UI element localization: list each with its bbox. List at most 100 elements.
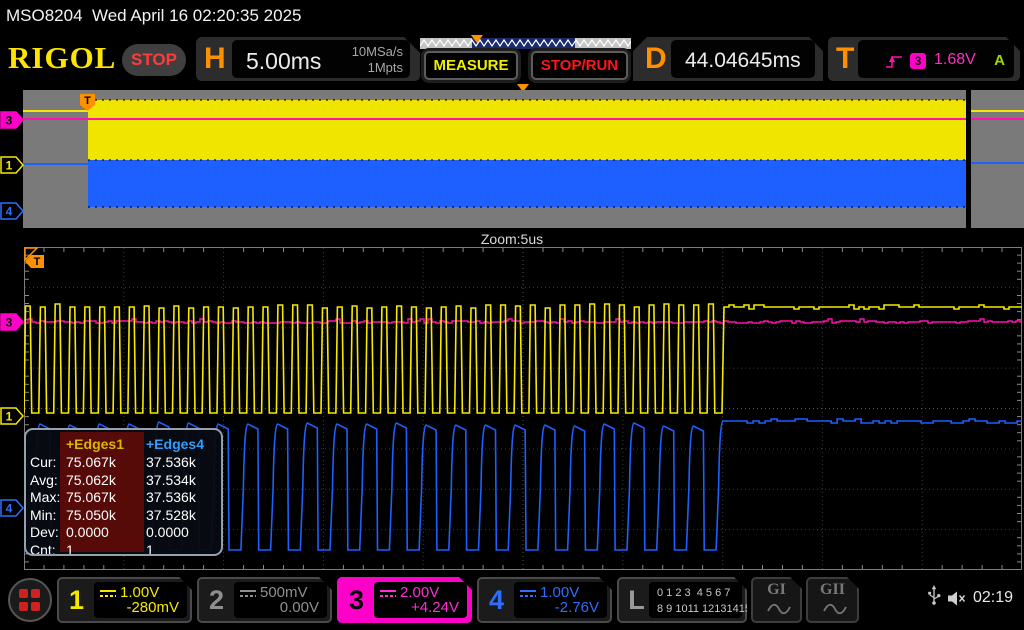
svg-text:1: 1 — [6, 159, 13, 173]
horizontal-label: H — [204, 41, 226, 77]
channel-1-tag-main[interactable]: 1 — [0, 407, 24, 425]
measure-col-edges1: +Edges1 — [66, 436, 124, 452]
trigger-sweep-mode: A — [994, 52, 1005, 69]
dc-coupling-icon — [519, 589, 537, 598]
overview-ch1-band — [88, 100, 966, 160]
measure-edges1-value: 1 — [66, 542, 74, 557]
measure-edges1-value: 75.050k — [66, 507, 116, 523]
dc-coupling-icon — [99, 589, 117, 598]
horizontal-readout: 5.00ms 10MSa/s 1Mpts — [232, 40, 410, 78]
generator-1-label: GI — [753, 581, 800, 599]
rising-edge-icon — [884, 52, 904, 70]
overview-speckle-mid — [88, 159, 966, 161]
menu-grid-icon — [19, 589, 41, 611]
logic-channels-block[interactable]: L 0 1 2 3 4 5 6 7 8 9 1011 12131415 — [617, 577, 747, 623]
measure-edges4-value: 37.536k — [146, 489, 196, 505]
measure-row: Max:75.067k37.536k — [26, 489, 221, 506]
channel-1-tag-overview[interactable]: 1 — [0, 156, 24, 174]
overview-trigger-flag[interactable]: T — [80, 94, 98, 114]
measure-row-label: Cnt: — [30, 542, 56, 557]
measure-edges1-value: 75.062k — [66, 472, 116, 488]
delay-value: 44.04645ms — [685, 49, 801, 73]
zoom-scale-label: Zoom:5us — [0, 231, 1024, 247]
channel-4-tag-overview[interactable]: 4 — [0, 202, 24, 220]
logic-row-2: 8 9 1011 12131415 — [657, 603, 751, 615]
overview-ch3-flat-pre — [23, 118, 88, 120]
measure-edges1-value: 0.0000 — [66, 524, 109, 540]
trigger-label: T — [836, 41, 854, 77]
overview-ch1-flat-post — [971, 110, 1024, 112]
channel-4-tag-main[interactable]: 4 — [0, 499, 24, 517]
trigger-panel[interactable]: T 3 1.68V A — [828, 37, 1020, 81]
titlebar: MSO8204 Wed April 16 02:20:35 2025 — [0, 0, 1024, 30]
horizontal-panel[interactable]: H 5.00ms 10MSa/s 1Mpts — [196, 37, 420, 81]
generator-1-block[interactable]: GI — [751, 577, 802, 623]
dc-coupling-icon — [239, 589, 257, 598]
timebase-position-graphic — [420, 35, 631, 49]
measure-edges4-value: 37.536k — [146, 454, 196, 470]
delay-label: D — [645, 41, 667, 77]
channel-3-number: 3 — [339, 579, 374, 621]
measure-edges4-value: 37.528k — [146, 507, 196, 523]
overview-ch3-line — [88, 118, 966, 120]
measure-row: Min: 75.050k 37.528k — [26, 507, 221, 524]
channel-4-offset: -2.76V — [555, 599, 599, 616]
measure-edges4-value: 0.0000 — [146, 524, 189, 540]
overview-speckle-top — [88, 99, 966, 101]
measure-row-label: Avg: — [30, 472, 58, 488]
oscilloscope-screen: MSO8204 Wed April 16 02:20:35 2025 RIGOL… — [0, 0, 1024, 630]
channel-2-readout: 500mV 0.00V — [234, 582, 327, 618]
overview-ch4-flat-pre — [23, 163, 88, 165]
logic-readout: 0 1 2 3 4 5 6 7 8 9 1011 12131415 — [649, 582, 742, 618]
channel-3-tag-main[interactable]: 3 — [0, 313, 24, 331]
clock: 02:19 — [973, 589, 1013, 607]
stop-run-button[interactable]: STOP/RUN — [531, 51, 628, 80]
trigger-position-flag[interactable]: T — [24, 247, 52, 273]
bottom-bar: 1 1.00V -280mV 2 500mV 0.00V — [0, 572, 1024, 630]
channel-3-readout: 2.00V +4.24V — [374, 582, 467, 618]
channel-2-block[interactable]: 2 500mV 0.00V — [197, 577, 332, 623]
rigol-logo: RIGOL — [8, 40, 116, 76]
trigger-source-badge: 3 — [910, 53, 926, 69]
measure-edges1-value: 75.067k — [66, 489, 116, 505]
overview-ch4-flat-post — [971, 162, 1024, 164]
trigger-readout: 3 1.68V A — [858, 40, 1014, 78]
measure-edges4-value: 1 — [146, 542, 154, 557]
acquisition-info: 10MSa/s 1Mpts — [352, 44, 403, 76]
channel-4-block[interactable]: 4 1.00V -2.76V — [477, 577, 612, 623]
svg-text:4: 4 — [6, 502, 13, 516]
overview-ch4-band — [88, 160, 966, 207]
svg-text:T: T — [34, 256, 41, 268]
measure-row-label: Min: — [30, 507, 56, 523]
overview-ch3-flat-post — [971, 118, 1024, 120]
speaker-muted-icon[interactable] — [947, 591, 967, 606]
menu-button[interactable] — [8, 578, 52, 622]
timebase-value: 5.00ms — [246, 48, 321, 75]
svg-text:4: 4 — [6, 205, 13, 219]
timebase-position-bar[interactable] — [420, 35, 631, 49]
channel-2-number: 2 — [199, 579, 234, 621]
trigger-level: 1.68V — [934, 51, 976, 69]
generator-2-block[interactable]: GII — [806, 577, 859, 623]
measure-row: Cur:75.067k37.536k — [26, 454, 221, 471]
measure-button[interactable]: MEASURE — [424, 51, 518, 80]
generator-2-label: GII — [808, 581, 857, 599]
overview-strip[interactable]: T — [0, 90, 1024, 230]
channel-1-block[interactable]: 1 1.00V -280mV — [57, 577, 192, 623]
delay-panel[interactable]: D 44.04645ms — [633, 37, 823, 81]
run-state-badge: STOP — [122, 44, 186, 76]
memory-depth: 1Mpts — [352, 60, 403, 76]
measure-row: Dev: 0.0000 0.0000 — [26, 524, 221, 541]
channel-3-offset: +4.24V — [411, 599, 459, 616]
usb-icon — [927, 585, 941, 607]
channel-4-number: 4 — [479, 579, 514, 621]
svg-text:3: 3 — [6, 316, 13, 330]
dc-coupling-icon — [379, 589, 397, 598]
measure-row-label: Dev: — [30, 524, 59, 540]
channel-3-tag-overview[interactable]: 3 — [0, 111, 24, 129]
channel-2-offset: 0.00V — [280, 599, 319, 616]
channel-3-block[interactable]: 3 2.00V +4.24V — [337, 577, 472, 623]
sine-wave-icon — [766, 601, 792, 617]
sample-rate: 10MSa/s — [352, 44, 403, 60]
measure-edges1-value: 75.067k — [66, 454, 116, 470]
